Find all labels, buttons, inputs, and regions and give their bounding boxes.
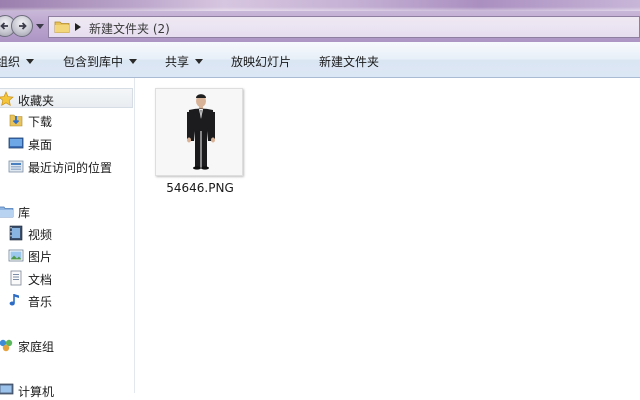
nav-item-videos[interactable]: 视频: [0, 223, 133, 243]
nav-item-homegroup[interactable]: 家庭组: [0, 335, 133, 355]
breadcrumb-arrow-icon[interactable]: [75, 23, 81, 31]
nav-label: 图片: [28, 250, 53, 264]
new-folder-label: 新建文件夹: [319, 55, 380, 69]
chevron-down-icon: [26, 59, 35, 64]
nav-label: 桌面: [28, 138, 53, 152]
organize-label: 组织: [0, 55, 21, 69]
library-icon: [0, 206, 14, 218]
nav-label: 视频: [28, 228, 53, 242]
organize-menu[interactable]: 组织: [0, 53, 35, 70]
nav-item-computer[interactable]: 计算机: [0, 380, 133, 400]
slideshow-label: 放映幻灯片: [231, 55, 292, 69]
desktop-icon: [8, 137, 24, 149]
nav-item-downloads[interactable]: 下载: [0, 110, 133, 130]
nav-item-pictures[interactable]: 图片: [0, 245, 133, 265]
recent-places-icon: [8, 160, 24, 173]
include-in-library-label: 包含到库中: [63, 55, 124, 69]
nav-label: 计算机: [18, 385, 55, 399]
nav-label: 音乐: [28, 295, 53, 309]
nav-label: 收藏夹: [18, 94, 55, 108]
video-icon: [9, 225, 23, 241]
new-folder-button[interactable]: 新建文件夹: [319, 53, 379, 70]
documents-icon: [10, 270, 22, 286]
share-menu[interactable]: 共享: [165, 53, 204, 70]
computer-icon: [0, 383, 14, 395]
window-title-glass: [0, 0, 640, 11]
forward-button[interactable]: [11, 15, 33, 37]
file-name: 54646.PNG: [166, 181, 234, 195]
homegroup-icon: [0, 339, 13, 352]
share-label: 共享: [165, 55, 190, 69]
downloads-folder-icon: [9, 114, 23, 127]
command-bar: 组织 包含到库中 共享 放映幻灯片 新建文件夹: [0, 42, 640, 78]
nav-item-favorites[interactable]: 收藏夹: [0, 88, 133, 108]
nav-item-desktop[interactable]: 桌面: [0, 133, 133, 153]
include-in-library-menu[interactable]: 包含到库中: [63, 53, 138, 70]
file-thumbnail: [155, 88, 243, 176]
nav-label: 下载: [28, 115, 53, 129]
back-arrow-icon: [0, 22, 8, 30]
address-bar[interactable]: 新建文件夹 (2): [48, 16, 640, 38]
recent-pages-chevron-icon[interactable]: [36, 24, 44, 29]
nav-label: 库: [18, 206, 31, 220]
chevron-down-icon: [129, 59, 138, 64]
address-bar-row: 新建文件夹 (2): [0, 11, 640, 42]
nav-item-music[interactable]: 音乐: [0, 290, 133, 310]
nav-label: 最近访问的位置: [28, 161, 113, 175]
nav-item-libraries[interactable]: 库: [0, 201, 133, 221]
navigation-pane: 收藏夹 下载 桌面 最近访问的位置 库 视频 图片 文档 音乐 家庭组 计算机: [0, 78, 135, 399]
chevron-down-icon: [195, 59, 204, 64]
music-note-icon: [9, 294, 19, 306]
address-path: 新建文件夹 (2): [89, 22, 170, 36]
forward-arrow-icon: [19, 22, 27, 30]
nav-label: 家庭组: [18, 340, 55, 354]
nav-label: 文档: [28, 273, 53, 287]
pictures-icon: [8, 249, 24, 262]
nav-item-documents[interactable]: 文档: [0, 268, 133, 288]
person-photo-thumbnail-icon: [156, 89, 242, 175]
nav-item-recent[interactable]: 最近访问的位置: [0, 156, 133, 176]
folder-icon: [54, 21, 70, 33]
star-icon: [0, 91, 14, 107]
file-list: 54646.PNG: [135, 78, 640, 393]
slideshow-button[interactable]: 放映幻灯片: [231, 53, 291, 70]
